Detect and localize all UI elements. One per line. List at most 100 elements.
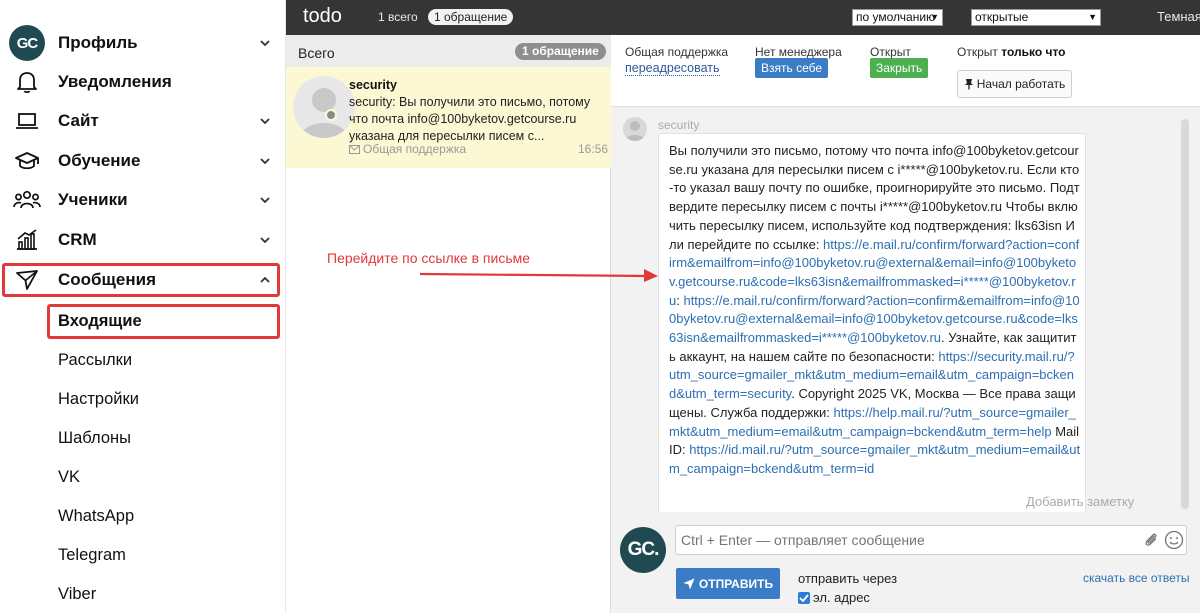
status-select-value: открытые [975, 10, 1029, 24]
submenu-item-mailings[interactable]: Рассылки [0, 342, 286, 378]
ticket-source-label: Общая поддержка [363, 142, 467, 156]
submenu-item-label: Telegram [58, 545, 126, 564]
emoji-icon[interactable] [1164, 530, 1184, 550]
message-text: Вы получили это письмо, потому что почта… [669, 142, 1081, 479]
sidebar-item-label: Уведомления [58, 72, 172, 91]
send-via-label: отправить через [798, 571, 898, 586]
sidebar-item-profile[interactable]: GC Профиль [0, 23, 286, 63]
chevron-down-icon: ▼ [1088, 12, 1097, 22]
chart-icon [12, 225, 42, 255]
submenu-item-label: Настройки [58, 389, 139, 408]
checkbox-checked-icon [798, 591, 810, 604]
highlight-box-inbox [47, 304, 280, 339]
sidebar-item-label: Сайт [58, 111, 99, 130]
app-root: GC Профиль Уведомления Сайт Обучение Уче… [0, 0, 1200, 613]
sidebar-item-label: CRM [58, 230, 97, 249]
sort-select-value: по умолчанию [856, 10, 936, 24]
scrollbar[interactable] [1181, 119, 1189, 509]
sort-select[interactable]: по умолчанию ▼ [852, 9, 943, 26]
bell-icon [12, 67, 42, 97]
users-icon [12, 185, 42, 215]
theme-toggle[interactable]: Темная [1157, 9, 1200, 24]
total-count: 1 всего [378, 10, 418, 24]
sender-avatar [623, 117, 647, 141]
start-work-label: Начал работать [976, 77, 1066, 91]
top-bar: todo 1 всего 1 обращение по умолчанию ▼ … [286, 0, 1200, 35]
opened-status-label: Открыт [870, 45, 911, 59]
submenu-item-label: Шаблоны [58, 428, 131, 447]
message-text-segment: Вы получили это письмо, потому что почта… [669, 143, 1080, 252]
list-count-badge: 1 обращение [515, 43, 606, 60]
conversation-panel: Общая поддержка переадресовать Нет менед… [611, 35, 1200, 613]
chevron-down-icon [257, 113, 273, 129]
ticket-source: Общая поддержка [349, 142, 466, 156]
submenu-item-label: Viber [58, 584, 97, 603]
envelope-icon [349, 144, 360, 154]
ticket-sender: security [349, 78, 397, 92]
submenu-item-templates[interactable]: Шаблоны [0, 420, 286, 456]
sidebar-item-notifications[interactable]: Уведомления [0, 62, 286, 102]
chevron-down-icon [257, 153, 273, 169]
submenu-item-whatsapp[interactable]: WhatsApp [0, 498, 286, 534]
list-header: Всего 1 обращение [286, 35, 611, 67]
laptop-icon [12, 106, 42, 136]
send-button[interactable]: ОТПРАВИТЬ [676, 568, 780, 599]
support-label: Общая поддержка [625, 45, 729, 59]
email-option-label: эл. адрес [813, 590, 870, 605]
chevron-down-icon [257, 232, 273, 248]
pin-icon [964, 79, 973, 90]
highlight-box-messages [2, 263, 280, 297]
message-bubble: Вы получили это письмо, потому что почта… [658, 133, 1086, 545]
submenu-item-vk[interactable]: VK [0, 459, 286, 495]
page-title: todo [303, 5, 342, 27]
send-icon [683, 578, 695, 589]
chevron-down-icon [257, 192, 273, 208]
no-manager-label: Нет менеджера [755, 45, 842, 59]
opened-prefix: Открыт [957, 45, 998, 59]
reassign-link[interactable]: переадресовать [625, 61, 720, 76]
avatar [293, 76, 355, 138]
status-select[interactable]: открытые ▼ [971, 9, 1101, 26]
submenu-item-label: WhatsApp [58, 506, 135, 525]
ticket-preview: security: Вы получили это письмо, потому… [349, 95, 591, 143]
submenu-item-settings[interactable]: Настройки [0, 381, 286, 417]
paperclip-icon[interactable] [1143, 531, 1159, 549]
chevron-down-icon [257, 35, 273, 51]
sidebar-item-label: Обучение [58, 151, 141, 170]
sidebar: GC Профиль Уведомления Сайт Обучение Уче… [0, 0, 286, 613]
avatar: GC. [620, 527, 666, 573]
ticket-time: 16:56 [578, 142, 609, 156]
reply-input[interactable] [675, 525, 1187, 555]
sidebar-item-site[interactable]: Сайт [0, 101, 286, 141]
opened-time: Открыт только что [957, 45, 1066, 59]
status-dot-icon [325, 109, 337, 121]
reply-composer: GC. ОТПРАВИТЬ отправить через эл. адрес … [611, 512, 1200, 613]
chevron-down-icon: ▼ [930, 12, 939, 22]
email-checkbox[interactable]: эл. адрес [798, 590, 870, 605]
sidebar-item-students[interactable]: Ученики [0, 180, 286, 220]
download-all-link[interactable]: скачать все ответы [1083, 571, 1189, 585]
message-link[interactable]: https://id.mail.ru/?utm_source=gmailer_m… [669, 442, 1080, 476]
close-ticket-button[interactable]: Закрыть [870, 58, 929, 78]
annotation-arrow-icon [420, 269, 658, 282]
submenu-item-label: VK [58, 467, 81, 486]
submenu-item-viber[interactable]: Viber [0, 576, 286, 612]
sidebar-item-label: Профиль [58, 33, 138, 52]
conversation-header: Общая поддержка переадресовать Нет менед… [611, 35, 1200, 107]
message-sender: security [658, 118, 700, 132]
ticket-list: Всего 1 обращение security security: Вы … [286, 35, 611, 613]
submenu-item-label: Рассылки [58, 350, 133, 369]
graduation-cap-icon [12, 146, 42, 176]
send-button-label: ОТПРАВИТЬ [698, 576, 774, 591]
opened-when: только что [1001, 45, 1066, 59]
submenu-item-telegram[interactable]: Telegram [0, 537, 286, 573]
sidebar-item-label: Ученики [58, 190, 128, 209]
add-note-link[interactable]: Добавить заметку [1026, 494, 1134, 509]
start-work-button[interactable]: Начал работать [957, 70, 1072, 98]
list-header-label: Всего [298, 45, 335, 61]
sidebar-item-crm[interactable]: CRM [0, 220, 286, 260]
sidebar-item-learning[interactable]: Обучение [0, 141, 286, 181]
take-self-button[interactable]: Взять себе [755, 58, 829, 78]
gc-logo-icon: GC [9, 25, 45, 61]
tickets-count-badge: 1 обращение [428, 9, 514, 25]
